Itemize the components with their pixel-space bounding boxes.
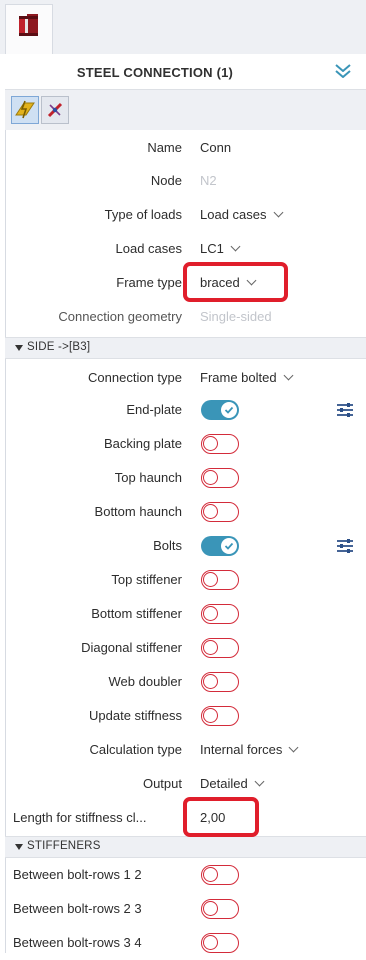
node-field: N2 — [200, 173, 217, 188]
bottom-haunch-label: Bottom haunch — [94, 504, 182, 519]
load-cases-row: Load cases LC1 — [5, 232, 366, 266]
top-stiffener-row: Top stiffener — [5, 563, 366, 597]
load-cases-select[interactable]: LC1 — [200, 232, 241, 266]
stiffener-row: Between bolt-rows 1 2 — [5, 858, 366, 892]
name-label: Name — [147, 140, 182, 155]
output-row: Output Detailed — [5, 767, 366, 801]
backing-plate-label: Backing plate — [103, 436, 182, 451]
update-stiffness-row: Update stiffness — [5, 699, 366, 733]
stiffeners-section-title: STIFFENERS — [27, 840, 101, 852]
name-field[interactable]: Conn — [200, 131, 231, 165]
steel-connection-tab[interactable] — [5, 4, 53, 54]
settings-sliders-icon[interactable] — [336, 401, 354, 419]
output-label: Output — [142, 776, 182, 791]
type-of-loads-select[interactable]: Load cases — [200, 198, 283, 232]
stiffener-row-toggle[interactable] — [201, 899, 239, 919]
frame-type-label: Frame type — [116, 275, 182, 290]
connection-type-row: Connection type Frame bolted — [5, 361, 366, 395]
web-doubler-label: Web doubler — [108, 674, 182, 689]
stiffener-row-toggle[interactable] — [201, 865, 239, 885]
chevron-down-icon — [273, 207, 283, 218]
panel-title-bar: STEEL CONNECTION (1) — [5, 54, 366, 90]
end-plate-toggle[interactable] — [201, 400, 239, 420]
chevron-down-icon — [230, 241, 241, 252]
diagonal-stiffener-row: Diagonal stiffener — [5, 631, 366, 665]
stiffener-row-label: Between bolt-rows 2 3 — [13, 901, 142, 916]
connection-geometry-label: Connection geometry — [58, 309, 182, 324]
diagonal-stiffener-toggle[interactable] — [201, 638, 239, 658]
chevron-down-icon — [288, 742, 299, 753]
type-of-loads-label: Type of loads — [104, 207, 182, 222]
top-stiffener-label: Top stiffener — [111, 572, 182, 587]
node-row: Node N2 — [5, 164, 366, 198]
update-stiffness-toggle[interactable] — [201, 706, 239, 726]
bottom-haunch-toggle[interactable] — [201, 502, 239, 522]
length-stiffness-label: Length for stiffness cl... — [13, 810, 147, 825]
side-section-title: SIDE ->[B3] — [27, 341, 91, 353]
connection-pin-button[interactable] — [41, 96, 69, 124]
chevron-down-icon — [283, 370, 294, 381]
bottom-haunch-row: Bottom haunch — [5, 495, 366, 529]
triangle-down-icon — [15, 345, 23, 351]
web-doubler-toggle[interactable] — [201, 672, 239, 692]
calculation-type-row: Calculation type Internal forces — [5, 733, 366, 767]
bottom-stiffener-row: Bottom stiffener — [5, 597, 366, 631]
end-plate-row: End-plate — [5, 393, 366, 427]
connection-type-select[interactable]: Frame bolted — [200, 361, 294, 395]
stiffener-row-label: Between bolt-rows 1 2 — [13, 867, 142, 882]
connection-geometry-row: Connection geometry Single-sided — [5, 300, 366, 334]
load-button[interactable] — [11, 96, 39, 124]
side-section-header[interactable]: SIDE ->[B3] — [5, 337, 366, 359]
output-select[interactable]: Detailed — [200, 767, 265, 801]
connection-geometry-field: Single-sided — [200, 309, 272, 324]
chevron-down-icon — [254, 776, 265, 787]
backing-plate-row: Backing plate — [5, 427, 366, 461]
bolts-row: Bolts — [5, 529, 366, 563]
load-cases-label: Load cases — [115, 241, 183, 256]
type-of-loads-row: Type of loads Load cases — [5, 198, 366, 232]
stiffener-row: Between bolt-rows 2 3 — [5, 892, 366, 926]
stiffeners-section-header[interactable]: STIFFENERS — [5, 836, 366, 858]
end-plate-label: End-plate — [126, 402, 182, 417]
update-stiffness-label: Update stiffness — [89, 708, 182, 723]
top-tab-bar — [0, 0, 366, 54]
stiffener-row: Between bolt-rows 3 4 — [5, 926, 366, 960]
backing-plate-toggle[interactable] — [201, 434, 239, 454]
calculation-type-label: Calculation type — [89, 742, 183, 757]
stiffener-row-toggle[interactable] — [201, 933, 239, 953]
stiffener-row-label: Between bolt-rows 3 4 — [13, 935, 142, 950]
top-haunch-toggle[interactable] — [201, 468, 239, 488]
panel-toolbar — [5, 90, 366, 130]
bolts-label: Bolts — [153, 538, 182, 553]
settings-sliders-icon[interactable] — [336, 537, 354, 555]
bottom-stiffener-label: Bottom stiffener — [91, 606, 182, 621]
steel-connection-icon — [17, 13, 41, 44]
calculation-type-select[interactable]: Internal forces — [200, 733, 299, 767]
web-doubler-row: Web doubler — [5, 665, 366, 699]
top-haunch-row: Top haunch — [5, 461, 366, 495]
frame-type-highlight — [183, 262, 288, 302]
diagonal-stiffener-label: Diagonal stiffener — [81, 640, 182, 655]
name-row: Name Conn — [5, 131, 366, 165]
chevron-collapse-icon[interactable] — [334, 62, 352, 85]
top-haunch-label: Top haunch — [114, 470, 182, 485]
connection-pin-icon — [42, 102, 68, 127]
connection-type-label: Connection type — [88, 370, 182, 385]
bolts-toggle[interactable] — [201, 536, 239, 556]
top-stiffener-toggle[interactable] — [201, 570, 239, 590]
load-icon — [12, 100, 38, 127]
bottom-stiffener-toggle[interactable] — [201, 604, 239, 624]
node-label: Node — [150, 173, 182, 188]
length-stiffness-highlight — [183, 797, 259, 837]
triangle-down-icon — [15, 844, 23, 850]
panel-title: STEEL CONNECTION (1) — [76, 65, 234, 80]
